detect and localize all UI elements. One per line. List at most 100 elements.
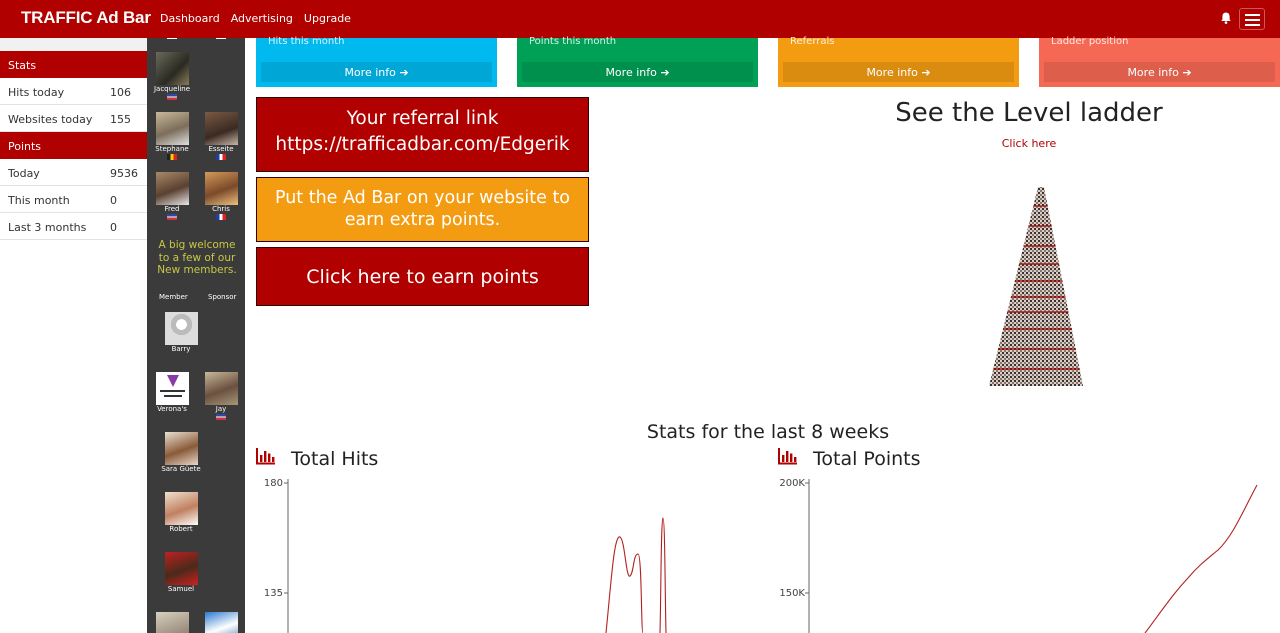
more-info-link[interactable]: More info ➔ <box>1044 62 1275 82</box>
member-tile[interactable]: Esseite <box>197 112 245 160</box>
points-month-value: 0 <box>110 194 117 207</box>
stats-sidebar: Stats Hits today 106 Websites today 155 … <box>0 38 147 633</box>
hits-line <box>605 517 667 633</box>
avatar[interactable] <box>155 172 189 205</box>
ladder-position-box: Ladder position More info ➔ <box>1039 36 1280 87</box>
flag-icon <box>216 414 226 420</box>
more-info-link[interactable]: More info ➔ <box>261 62 492 82</box>
hamburger-menu-button[interactable] <box>1239 8 1265 30</box>
bar-chart-icon <box>778 448 797 465</box>
member-tile[interactable]: Barry <box>156 312 206 353</box>
referral-url[interactable]: https://trafficadbar.com/Edgerik <box>257 132 588 158</box>
flag-icon <box>167 154 177 160</box>
more-info-link[interactable]: More info ➔ <box>522 62 753 82</box>
flag-icon <box>167 38 177 39</box>
avatar[interactable] <box>204 112 238 145</box>
websites-today-row: Websites today 155 <box>0 105 147 132</box>
points-three-months-label: Last 3 months <box>8 221 87 234</box>
member-name: Samuel <box>167 585 195 593</box>
level-ladder-image[interactable] <box>970 184 1086 390</box>
avatar[interactable] <box>204 372 238 405</box>
box-title: Points this month <box>529 36 617 47</box>
earn-points-button[interactable]: Click here to earn points <box>256 247 589 306</box>
ladder-title: See the Level ladder <box>895 98 1163 128</box>
sidebar-spacer <box>0 38 147 51</box>
box-title: Ladder position <box>1051 36 1129 47</box>
avatar[interactable] <box>204 172 238 205</box>
member-name: Sara Güete <box>161 465 201 473</box>
avatar[interactable] <box>155 372 189 405</box>
points-today-value: 9536 <box>110 167 138 180</box>
member-tile <box>148 38 196 39</box>
total-hits-chart: 180 135 <box>264 478 667 633</box>
total-points-chart: 200K 150K <box>779 478 1258 633</box>
avatar[interactable] <box>155 112 189 145</box>
member-tile[interactable]: Verona's <box>148 372 196 413</box>
flag-icon <box>216 214 226 220</box>
flag-icon <box>167 94 177 100</box>
flag-icon <box>167 214 177 220</box>
brand-logo[interactable]: TRAFFIC Ad Bar <box>21 8 151 28</box>
member-tile[interactable]: Sara Güete <box>156 432 206 473</box>
member-tile[interactable]: Stephane <box>148 112 196 160</box>
flag-icon <box>216 154 226 160</box>
y-tick-label: 150K <box>779 588 805 599</box>
member-tile[interactable]: Jay <box>197 372 245 420</box>
member-name: Jay <box>215 405 227 413</box>
member-name: Esseite <box>208 145 234 153</box>
member-tile[interactable]: Chris <box>197 172 245 220</box>
referral-link-box[interactable]: Your referral link https://trafficadbar.… <box>256 97 589 172</box>
avatar[interactable] <box>155 52 189 85</box>
nav-upgrade[interactable]: Upgrade <box>304 12 351 25</box>
points-month-box: Points this month More info ➔ <box>517 36 758 87</box>
member-tile[interactable]: Fred <box>148 172 196 220</box>
avatar[interactable] <box>155 612 189 633</box>
ladder-click-here-link[interactable]: Click here <box>790 137 1268 150</box>
avatar[interactable] <box>164 432 198 465</box>
flag-icon <box>216 38 226 39</box>
points-line <box>1144 484 1258 633</box>
avatar[interactable] <box>164 312 198 345</box>
avatar[interactable] <box>164 492 198 525</box>
points-three-months-value: 0 <box>110 221 117 234</box>
member-tile[interactable]: Samuel <box>156 552 206 593</box>
avatar[interactable] <box>204 612 238 633</box>
arrow-circle-right-icon: ➔ <box>399 66 409 79</box>
welcome-message: A big welcome to a few of our New member… <box>157 239 237 276</box>
member-tile[interactable]: Jacqueline <box>148 52 196 100</box>
nav-dashboard[interactable]: Dashboard <box>160 12 220 25</box>
y-tick-label: 135 <box>264 588 283 599</box>
more-info-label: More info <box>605 66 657 79</box>
points-three-months-row: Last 3 months 0 <box>0 213 147 240</box>
more-info-link[interactable]: More info ➔ <box>783 62 1014 82</box>
member-name: Robert <box>169 525 193 533</box>
adbar-promo-button[interactable]: Put the Ad Bar on your website to earn e… <box>256 177 589 242</box>
adbar-promo-line1: Put the Ad Bar on your website to <box>274 188 571 208</box>
stats-section-title: Stats for the last 8 weeks <box>646 421 890 443</box>
member-name: Verona's <box>157 405 187 413</box>
nav-advertising[interactable]: Advertising <box>231 12 293 25</box>
websites-today-label: Websites today <box>8 113 93 126</box>
bell-icon[interactable] <box>1219 11 1233 25</box>
y-tick-label: 180 <box>264 478 283 489</box>
hits-today-value: 106 <box>110 86 131 99</box>
more-info-label: More info <box>866 66 918 79</box>
hits-today-row: Hits today 106 <box>0 78 147 105</box>
member-tile[interactable] <box>148 612 196 633</box>
member-name: Barry <box>171 345 191 353</box>
member-tile[interactable] <box>197 612 245 633</box>
points-today-row: Today 9536 <box>0 159 147 186</box>
hits-month-box: Hits this month More info ➔ <box>256 36 497 87</box>
member-tile[interactable]: Robert <box>156 492 206 533</box>
main-nav: Dashboard Advertising Upgrade <box>160 12 351 25</box>
adbar-promo-line2: earn extra points. <box>344 210 501 230</box>
more-info-label: More info <box>344 66 396 79</box>
member-name: Fred <box>164 205 180 213</box>
points-month-label: This month <box>8 194 70 207</box>
points-today-label: Today <box>8 167 40 180</box>
member-name: Jacqueline <box>153 85 191 93</box>
arrow-circle-right-icon: ➔ <box>921 66 931 79</box>
avatar[interactable] <box>164 552 198 585</box>
total-points-title: Total Points <box>813 448 921 470</box>
total-hits-title: Total Hits <box>291 448 379 470</box>
